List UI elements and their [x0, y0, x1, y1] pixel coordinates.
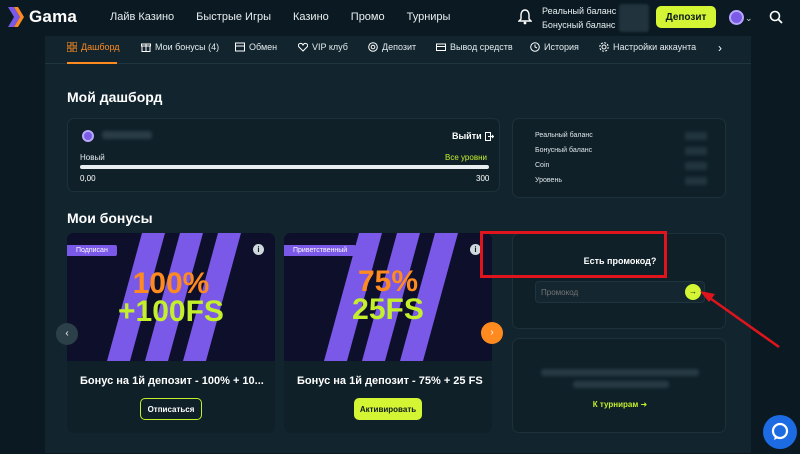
logo-chevrons-icon: [8, 7, 24, 27]
tab-label: Депозит: [382, 42, 417, 52]
carousel-prev-button[interactable]: ‹: [56, 323, 78, 345]
progress-min: 0,00: [80, 174, 96, 183]
coin-value-blurred: [685, 162, 707, 170]
logout-button[interactable]: Выйти: [452, 131, 494, 141]
bonus-balance-row: Бонусный баланс: [535, 147, 593, 154]
withdraw-icon: [436, 43, 446, 51]
nav-live-casino[interactable]: Лайв Казино: [110, 11, 174, 23]
promo-submit-button[interactable]: →: [685, 284, 701, 300]
balance-card: Реальный баланс Бонусный баланс Coin Уро…: [512, 118, 726, 198]
logout-label: Выйти: [452, 131, 482, 141]
deposit-icon: [368, 42, 378, 52]
tournament-text-blurred: [541, 369, 699, 376]
arrow-circle-icon: ➜: [640, 400, 648, 409]
real-balance-row: Реальный баланс: [535, 132, 593, 139]
tab-label: Дашборд: [81, 42, 120, 52]
chevron-down-icon[interactable]: ⌄: [745, 13, 753, 24]
coin-row: Coin: [535, 162, 550, 169]
main-nav: Лайв Казино Быстрые Игры Казино Промо Ту…: [110, 11, 472, 23]
nav-tournaments[interactable]: Турниры: [407, 11, 451, 23]
bonus-balance-label: Бонусный баланс: [542, 20, 616, 30]
nav-fast-games[interactable]: Быстрые Игры: [196, 11, 271, 23]
gift-icon: [141, 43, 151, 52]
tournaments-card: К турнирам ➜: [512, 338, 726, 433]
bonuses-title: Мои бонусы: [67, 210, 153, 226]
account-tabs: Дашборд Мои бонусы (4) Обмен VIP клуб Де…: [45, 36, 751, 64]
to-tournaments-link[interactable]: К турнирам ➜: [513, 400, 727, 409]
tab-history[interactable]: История: [530, 42, 579, 52]
tab-vip-club[interactable]: VIP клуб: [298, 42, 348, 52]
annotation-highlight-box: [480, 231, 667, 278]
page-title: Мой дашборд: [67, 89, 163, 105]
activate-button[interactable]: Активировать: [354, 398, 422, 420]
bonus-balance-value-blurred: [685, 147, 707, 155]
search-icon[interactable]: [769, 10, 783, 24]
avatar[interactable]: [729, 10, 744, 25]
info-icon[interactable]: i: [253, 244, 264, 255]
tab-label: Мои бонусы (4): [155, 42, 220, 52]
bonus-title: Бонус на 1й депозит - 100% + 10...: [80, 375, 264, 387]
bonus-card-2: 75% 25FS Приветственный i Бонус на 1й де…: [284, 233, 492, 433]
real-balance-value-blurred: [685, 132, 707, 140]
username-blurred: [102, 131, 152, 139]
active-tab-indicator: [67, 62, 117, 64]
tab-dashboard[interactable]: Дашборд: [67, 42, 120, 52]
tab-withdraw[interactable]: Вывод средств: [436, 42, 513, 52]
logout-icon: [484, 131, 494, 141]
header-balances: Реальный баланс Бонусный баланс: [542, 4, 616, 32]
bell-icon[interactable]: [518, 9, 532, 25]
tab-label: Вывод средств: [450, 42, 513, 52]
dashboard-icon: [67, 42, 77, 52]
tournament-text-blurred: [573, 381, 669, 388]
balance-values-blurred: [619, 4, 649, 32]
tab-account-settings[interactable]: Настройки аккаунта: [599, 42, 696, 52]
current-level: Новый: [80, 153, 105, 162]
level-row: Уровень: [535, 177, 562, 184]
nav-promo[interactable]: Промо: [351, 11, 385, 23]
status-badge: Приветственный: [284, 245, 357, 256]
level-progress-bar: [80, 165, 489, 169]
bonus-title: Бонус на 1й депозит - 75% + 25 FS: [297, 375, 483, 387]
tab-my-bonuses[interactable]: Мои бонусы (4): [141, 42, 219, 52]
exchange-icon: [235, 42, 245, 52]
gear-icon: [599, 42, 609, 52]
history-icon: [530, 42, 540, 52]
promo-code-input[interactable]: [535, 281, 705, 303]
brand-logo[interactable]: Gama: [8, 7, 77, 27]
brand-name: Gama: [29, 7, 78, 26]
chat-icon: [771, 422, 789, 440]
tab-label: Настройки аккаунта: [613, 42, 697, 52]
bonus-card-1: 100% +100FS Подписан i Бонус на 1й депоз…: [67, 233, 275, 433]
level-value-blurred: [685, 177, 707, 185]
avatar: [82, 130, 94, 142]
deposit-button[interactable]: Депозит: [656, 6, 716, 28]
tab-label: Обмен: [249, 42, 278, 52]
nav-casino[interactable]: Казино: [293, 11, 329, 23]
tab-label: История: [544, 42, 579, 52]
carousel-next-button[interactable]: ›: [481, 322, 503, 344]
to-tournaments-label: К турнирам: [592, 400, 639, 409]
heart-icon: [298, 42, 308, 52]
unsubscribe-button[interactable]: Отписаться: [140, 398, 202, 420]
progress-max: 300: [476, 174, 490, 183]
dashboard-card: Выйти Новый Все уровни 0,00 300: [67, 118, 500, 192]
banner-headline-line2: 25FS: [352, 293, 424, 326]
chevron-right-icon[interactable]: ›: [718, 41, 722, 55]
banner-headline-line2: +100FS: [118, 295, 224, 328]
real-balance-label: Реальный баланс: [542, 6, 617, 16]
tab-label: VIP клуб: [312, 42, 348, 52]
chat-support-button[interactable]: [763, 415, 797, 449]
tab-deposit[interactable]: Депозит: [368, 42, 416, 52]
top-bar: Gama Лайв Казино Быстрые Игры Казино Про…: [0, 0, 800, 36]
all-levels-link[interactable]: Все уровни: [445, 153, 487, 162]
status-badge: Подписан: [67, 245, 117, 256]
tab-exchange[interactable]: Обмен: [235, 42, 277, 52]
